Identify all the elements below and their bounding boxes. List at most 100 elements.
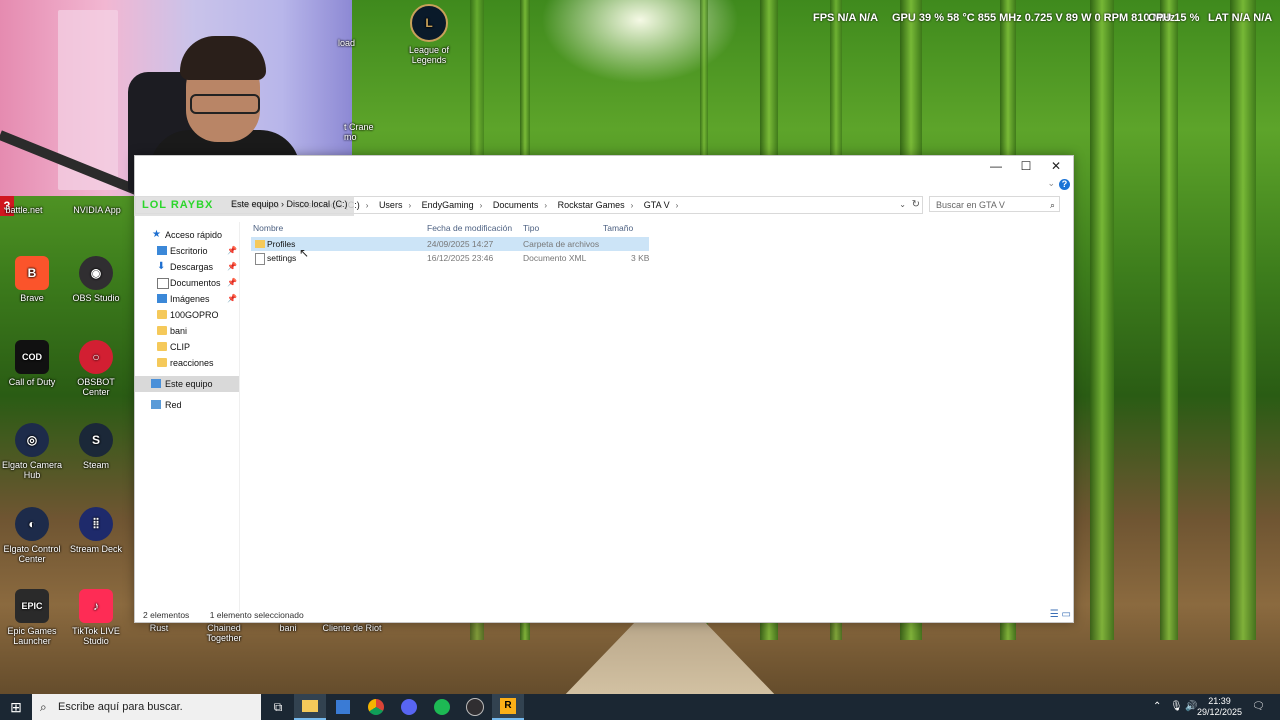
steam-icon: S [79, 423, 113, 457]
breadcrumb-gtav[interactable]: GTA V [644, 197, 670, 213]
cpu-readout: CPU 15 % [1148, 12, 1200, 24]
view-toggle[interactable]: ☰ ▭ [1050, 609, 1071, 620]
file-row-profiles[interactable]: Profiles 24/09/2025 14:27 Carpeta de arc… [251, 237, 649, 251]
taskbar-obs[interactable] [459, 694, 491, 720]
breadcrumb-endygaming[interactable]: EndyGaming [422, 197, 474, 213]
desktop-label-rust[interactable]: Rust [126, 623, 192, 633]
breadcrumb-documents[interactable]: Documents [493, 197, 539, 213]
address-dropdown-icon[interactable]: ⌄ [899, 197, 906, 213]
star-icon: ★ [152, 229, 161, 240]
folder-icon [302, 700, 318, 712]
ribbon-expand-icon[interactable]: ⌄ [1047, 178, 1055, 189]
column-header-name[interactable]: Nombre [253, 223, 283, 233]
nav-item-descargas[interactable]: ⬇ Descargas 📌 [135, 259, 239, 275]
desktop-label-bani[interactable]: bani [255, 623, 321, 633]
breadcrumb-users[interactable]: Users [379, 197, 403, 213]
chevron-right-icon[interactable]: › [366, 198, 369, 214]
system-clock[interactable]: 21:39 29/12/2025 [1197, 696, 1242, 718]
spotify-icon [434, 699, 450, 715]
chevron-right-icon[interactable]: › [676, 198, 679, 214]
maximize-button[interactable]: ☐ [1011, 156, 1041, 176]
desktop-icon-elgato-control[interactable]: ◐ Elgato Control Center [0, 507, 65, 564]
computer-icon [151, 379, 161, 388]
elgato-camera-icon: ◎ [15, 423, 49, 457]
pin-icon: 📌 [227, 278, 237, 287]
refresh-icon[interactable]: ↻ [912, 197, 920, 213]
desktop-icon-obsbot[interactable]: ○ OBSBOT Center [63, 340, 129, 397]
nav-item-imagenes[interactable]: Imágenes 📌 [135, 291, 239, 307]
column-header-date[interactable]: Fecha de modificación [427, 223, 512, 233]
nav-item-100gopro[interactable]: 100GOPRO [135, 307, 239, 323]
search-icon: ⌕ [40, 700, 47, 714]
help-icon[interactable]: ? [1059, 179, 1070, 190]
desktop-icon-lol[interactable]: L League of Legends [396, 4, 462, 65]
taskbar-search-input[interactable]: ⌕ Escribe aquí para buscar. [32, 694, 261, 720]
desktop-icon-cod[interactable]: COD Call of Duty [0, 340, 65, 387]
chevron-right-icon[interactable]: › [631, 198, 634, 214]
cod-icon: COD [15, 340, 49, 374]
volume-icon[interactable]: 🔊 [1185, 701, 1197, 712]
large-icons-view-icon[interactable]: ▭ [1062, 609, 1071, 620]
desktop-label-riot[interactable]: Cliente de Riot [319, 623, 385, 633]
chevron-right-icon[interactable]: › [544, 198, 547, 214]
search-input[interactable]: Buscar en GTA V ⌕ [929, 196, 1060, 212]
discord-icon [401, 699, 417, 715]
nav-red[interactable]: Red [135, 397, 239, 413]
desktop-label-chained[interactable]: Chained Together [191, 623, 257, 643]
desktop-icon-obs[interactable]: ◉ OBS Studio [63, 256, 129, 303]
taskbar-discord-app[interactable] [393, 694, 425, 720]
status-bar: 2 elementos 1 elemento seleccionado [143, 610, 304, 620]
taskbar-spotify[interactable] [426, 694, 458, 720]
taskbar-explorer[interactable] [294, 694, 326, 720]
network-icon [151, 400, 161, 409]
desktop-icon-stream-deck[interactable]: ⣿ Stream Deck [63, 507, 129, 554]
desktop-icon-epic[interactable]: EPIC Epic Games Launcher [0, 589, 65, 646]
task-view-button[interactable]: ⧉ [262, 694, 294, 720]
notifications-icon[interactable]: 🗨 [1252, 701, 1265, 712]
pin-icon: 📌 [227, 262, 237, 271]
folder-icon [255, 240, 265, 248]
nav-quick-access[interactable]: ★ Acceso rápido [135, 227, 239, 243]
taskbar-calculator[interactable] [327, 694, 359, 720]
nav-item-documentos[interactable]: Documentos 📌 [135, 275, 239, 291]
microphone-icon[interactable]: 🎙 [1170, 701, 1183, 712]
breadcrumb-rockstar[interactable]: Rockstar Games [558, 197, 625, 213]
desktop-folder-icon [157, 246, 167, 255]
documents-icon [157, 278, 169, 289]
chevron-right-icon[interactable]: › [408, 198, 411, 214]
desktop-icon-steam[interactable]: S Steam [63, 423, 129, 470]
lol-icon: L [410, 4, 448, 42]
file-row-settings[interactable]: settings 16/12/2025 23:46 Documento XML … [251, 251, 649, 265]
nav-item-reacciones[interactable]: reacciones [135, 355, 239, 371]
chevron-right-icon[interactable]: › [480, 198, 483, 214]
taskbar-rockstar[interactable]: R [492, 694, 524, 720]
nav-este-equipo[interactable]: Este equipo [135, 376, 239, 392]
title-bar[interactable]: — ☐ ✕ [135, 156, 1073, 176]
minimize-button[interactable]: — [981, 156, 1011, 176]
column-header-size[interactable]: Tamaño [603, 223, 633, 233]
nav-item-bani[interactable]: bani [135, 323, 239, 339]
epic-icon: EPIC [15, 589, 49, 623]
mouse-cursor-icon: ↖ [299, 246, 310, 260]
column-header-type[interactable]: Tipo [523, 223, 539, 233]
close-button[interactable]: ✕ [1041, 156, 1071, 176]
nav-item-clip[interactable]: CLIP [135, 339, 239, 355]
start-button[interactable]: ⊞ [0, 694, 32, 720]
taskbar-chrome[interactable] [360, 694, 392, 720]
fps-readout: FPS N/A N/A [813, 12, 879, 24]
task-view-icon: ⧉ [273, 699, 283, 714]
xml-file-icon [255, 253, 265, 265]
folder-icon [157, 326, 167, 335]
nav-item-escritorio[interactable]: Escritorio 📌 [135, 243, 239, 259]
desktop-icon-elgato-camera[interactable]: ◎ Elgato Camera Hub [0, 423, 65, 480]
details-view-icon[interactable]: ☰ [1050, 609, 1059, 620]
stream-tag: LOL RAYBX [142, 199, 214, 211]
file-explorer-window: — ☐ ✕ ⌄ ? Este equipo› Disco local (C:)›… [134, 155, 1074, 623]
desktop-icon-tiktok[interactable]: ♪ TikTok LIVE Studio [63, 589, 129, 646]
folder-icon [157, 358, 167, 367]
gpu-readout: GPU 39 % 58 °C 855 MHz 0.725 V 89 W 0 RP… [892, 12, 1176, 24]
obsbot-icon: ○ [79, 340, 113, 374]
chrome-icon [368, 699, 384, 715]
desktop-icon-brave[interactable]: B Brave [0, 256, 65, 303]
chevron-up-icon[interactable]: ⌃ [1153, 701, 1161, 712]
